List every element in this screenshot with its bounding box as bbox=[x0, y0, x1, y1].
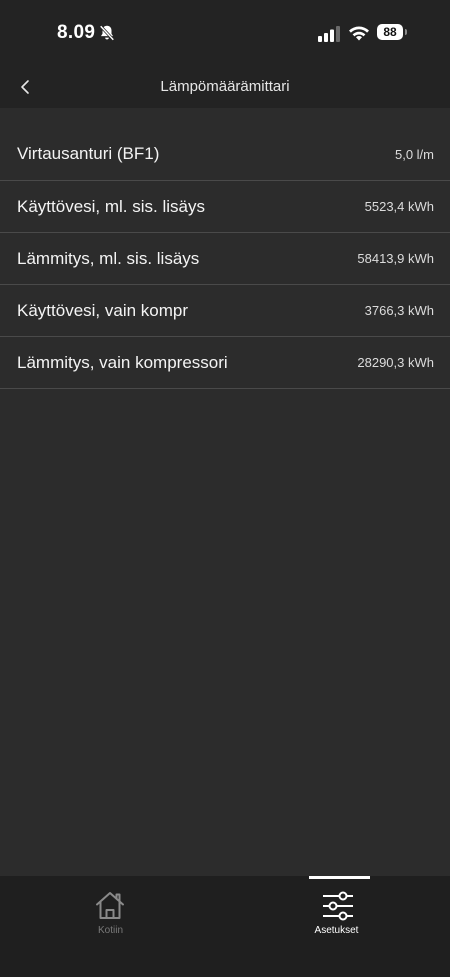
row-value: 3766,3 kWh bbox=[364, 303, 434, 318]
row-label: Käyttövesi, ml. sis. lisäys bbox=[17, 196, 205, 216]
navigation-header: Lämpömäärämittari bbox=[0, 66, 450, 108]
home-icon bbox=[96, 892, 124, 919]
tab-label: Kotiin bbox=[97, 925, 123, 936]
screen: 8.09 88 Lämpömäärämittari Virtausanturi … bbox=[0, 0, 450, 977]
row-value: 28290,3 kWh bbox=[357, 355, 434, 370]
tab-home[interactable]: Kotiin bbox=[0, 876, 225, 977]
readings-list: Virtausanturi (BF1) 5,0 l/m Käyttövesi, … bbox=[0, 128, 450, 389]
tab-bar: Kotiin Asetukset bbox=[0, 876, 450, 977]
list-item: Lämmitys, ml. sis. lisäys 58413,9 kWh bbox=[0, 233, 450, 285]
bell-slash-icon bbox=[99, 25, 115, 41]
tab-label: Asetukset bbox=[314, 925, 359, 936]
list-item: Lämmitys, vain kompressori 28290,3 kWh bbox=[0, 337, 450, 389]
tab-settings[interactable]: Asetukset bbox=[225, 876, 450, 977]
row-label: Käyttövesi, vain kompr bbox=[17, 300, 189, 320]
row-value: 58413,9 kWh bbox=[357, 251, 434, 266]
row-label: Lämmitys, ml. sis. lisäys bbox=[17, 248, 200, 268]
active-tab-indicator bbox=[309, 876, 370, 879]
status-bar: 8.09 88 bbox=[0, 0, 450, 66]
row-value: 5523,4 kWh bbox=[364, 199, 434, 214]
page-title: Lämpömäärämittari bbox=[160, 78, 290, 95]
wifi-icon bbox=[349, 26, 369, 41]
cellular-signal-icon bbox=[318, 26, 340, 42]
battery-indicator: 88 bbox=[377, 24, 403, 40]
row-label: Virtausanturi (BF1) bbox=[17, 144, 160, 163]
list-item: Virtausanturi (BF1) 5,0 l/m bbox=[0, 128, 450, 181]
list-item: Käyttövesi, vain kompr 3766,3 kWh bbox=[0, 285, 450, 337]
row-value: 5,0 l/m bbox=[394, 146, 434, 162]
list-item: Käyttövesi, ml. sis. lisäys 5523,4 kWh bbox=[0, 181, 450, 233]
battery-tip bbox=[405, 29, 407, 35]
row-label: Lämmitys, vain kompressori bbox=[17, 352, 228, 372]
status-time: 8.09 bbox=[57, 22, 96, 43]
sliders-icon bbox=[323, 891, 353, 921]
